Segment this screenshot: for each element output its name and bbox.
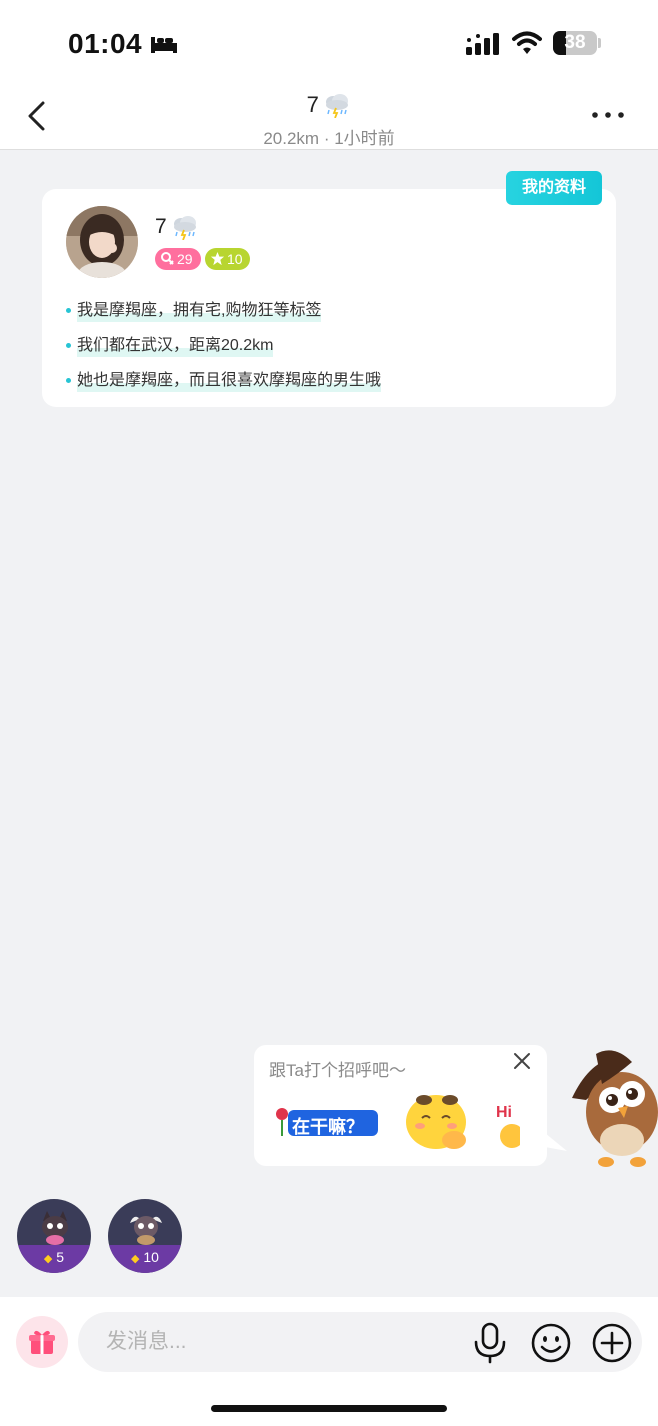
sticker-what-are-you-doing[interactable]: 在干嘛？ (272, 1102, 380, 1142)
emoji-icon[interactable] (530, 1322, 572, 1364)
gift-price-value: 10 (143, 1249, 159, 1265)
gift-box-icon (29, 1330, 55, 1354)
avatar[interactable] (66, 206, 138, 278)
more-options-icon[interactable] (590, 108, 626, 122)
cat-mascot-icon (42, 1211, 68, 1245)
sleep-mode-icon (151, 37, 177, 53)
my-profile-tag[interactable]: 我的资料 (506, 171, 602, 205)
gift-price: ◆ 5 (17, 1249, 91, 1265)
profile-info-text: 我们都在武汉，距离20.2km (77, 331, 274, 357)
age-value: 29 (177, 251, 193, 267)
add-attachment-icon[interactable] (591, 1322, 633, 1364)
shy-emoji-sticker-icon[interactable] (404, 1092, 470, 1152)
winged-cat-mascot-icon (130, 1216, 162, 1245)
profile-info-line: 我是摩羯座，拥有宅,购物狂等标签 (66, 296, 322, 322)
greeting-prompt: 跟Ta打个招呼吧～ (269, 1061, 406, 1080)
chat-subtitle: 20.2km · 1小时前 (263, 129, 395, 148)
thunder-cloud-icon (326, 94, 349, 118)
battery-percentage: 38 (564, 32, 586, 53)
battery-cap (598, 38, 601, 48)
status-time: 01:04 (68, 28, 143, 59)
avatar-image (66, 206, 138, 278)
sticker-label: 在干嘛？ (292, 1117, 364, 1137)
profile-name-row: 7 (155, 214, 199, 240)
profile-info-line: 她也是摩羯座，而且很喜欢摩羯座的男生哦 (66, 366, 382, 392)
gift-bubble[interactable]: ◆ 10 (108, 1199, 182, 1273)
diamond-icon: ◆ (43, 1253, 53, 1265)
profile-name: 7 (155, 215, 167, 238)
owl-mascot-icon[interactable] (566, 1044, 658, 1168)
home-indicator (211, 1405, 447, 1412)
gift-bubble[interactable]: ◆ 5 (17, 1199, 91, 1273)
battery-indicator: 38 (553, 31, 597, 55)
bullet-dot (66, 378, 71, 384)
microphone-icon[interactable] (471, 1322, 509, 1364)
gift-price: ◆ 10 (108, 1249, 182, 1265)
gift-price-value: 5 (56, 1249, 65, 1265)
star-icon (210, 251, 225, 266)
waving-hand-icon (500, 1124, 520, 1148)
status-bar: 01:04 38 (0, 0, 658, 84)
profile-info-line: 我们都在武汉，距离20.2km (66, 331, 274, 357)
greeting-popup-tail (545, 1133, 567, 1151)
gift-button[interactable] (16, 1316, 68, 1368)
thunder-cloud-icon (174, 216, 197, 240)
bullet-dot (66, 308, 71, 314)
chat-title-name: 7 (306, 92, 319, 117)
chat-title: 7 (0, 92, 658, 118)
age-badge: 29 (155, 248, 201, 270)
profile-info-text: 她也是摩羯座，而且很喜欢摩羯座的男生哦 (77, 366, 382, 392)
level-value: 10 (227, 251, 243, 267)
diamond-icon: ◆ (131, 1253, 140, 1265)
close-icon[interactable] (512, 1051, 532, 1071)
hi-sticker[interactable]: Hi (494, 1098, 520, 1152)
female-symbol-icon (161, 252, 174, 265)
wifi-icon (512, 31, 542, 54)
profile-info-text: 我是摩羯座，拥有宅,购物狂等标签 (77, 296, 322, 322)
cellular-signal-icon (466, 33, 499, 55)
bullet-dot (66, 343, 71, 349)
chat-header: 7 20.2km · 1小时前 (0, 84, 658, 150)
level-badge: 10 (205, 248, 250, 270)
